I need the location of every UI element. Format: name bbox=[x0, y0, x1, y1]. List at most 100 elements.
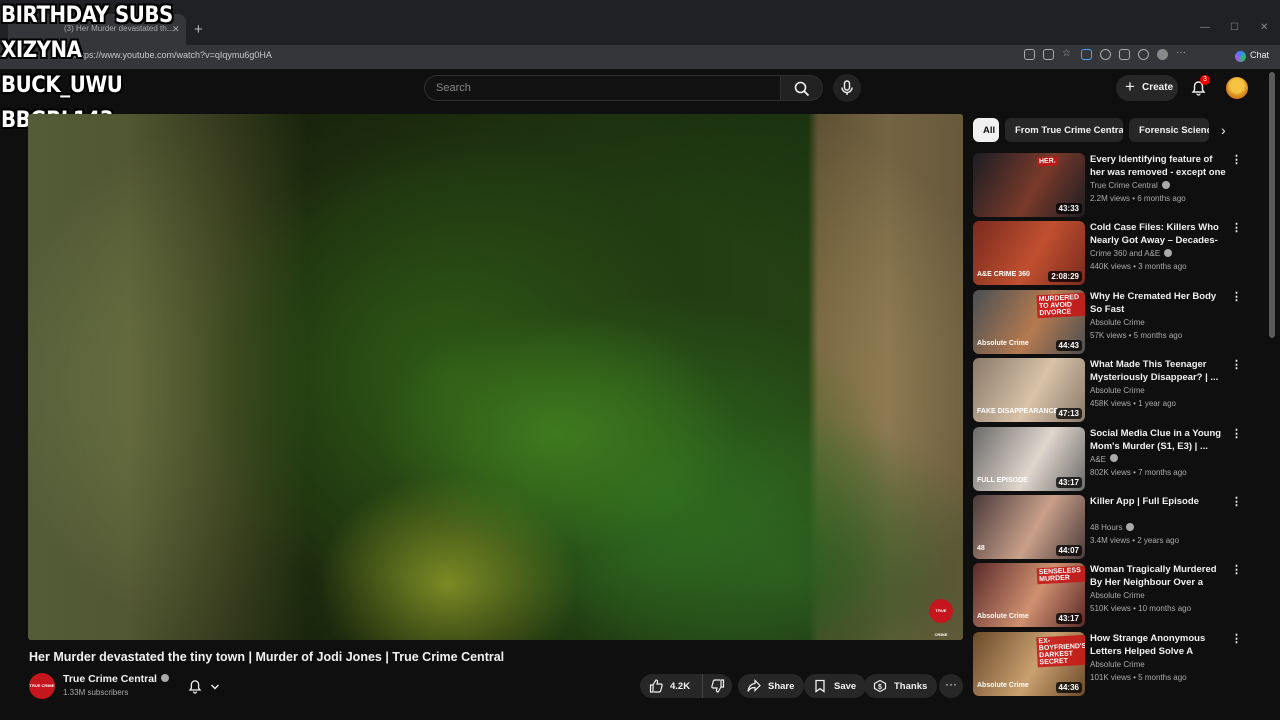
new-tab-icon[interactable]: + bbox=[194, 21, 203, 38]
kebab-menu-icon[interactable]: ⋮ bbox=[1231, 427, 1242, 440]
channel-name[interactable]: True Crime Central bbox=[63, 673, 169, 685]
video-player[interactable]: TRUE CRIME bbox=[28, 114, 963, 640]
recommendation-item[interactable]: SENSELESS MURDER Absolute Crime 43:17 Woman… bbox=[973, 563, 1263, 628]
recommendation-channel-name: Absolute Crime bbox=[1090, 591, 1145, 601]
recommendation-title[interactable]: How Strange Anonymous Letters Helped Sol… bbox=[1090, 632, 1226, 659]
subscription-bell-button[interactable] bbox=[181, 674, 229, 698]
chat-label: Chat bbox=[1250, 50, 1270, 60]
user-avatar[interactable] bbox=[1226, 77, 1248, 99]
recommendation-title[interactable]: Killer App | Full Episode bbox=[1090, 495, 1226, 522]
video-thumbnail[interactable]: A&E CRIME 360 2:08:29 bbox=[973, 221, 1085, 286]
chevron-right-icon[interactable]: › bbox=[1221, 122, 1226, 138]
kebab-menu-icon[interactable]: ⋮ bbox=[1231, 290, 1242, 303]
recommendation-title[interactable]: Cold Case Files: Killers Who Nearly Got … bbox=[1090, 221, 1226, 248]
thumbnail-tag: HER. bbox=[1036, 156, 1058, 167]
channel-avatar[interactable]: TRUE CRIME bbox=[29, 673, 55, 699]
recommendation-title[interactable]: Social Media Clue in a Young Mom's Murde… bbox=[1090, 427, 1226, 454]
bookmark-star-icon[interactable]: ☆ bbox=[1062, 49, 1073, 60]
recommendation-item[interactable]: FULL EPISODE 43:17 Social Media Clue in a … bbox=[973, 426, 1263, 491]
profile-icon[interactable] bbox=[1157, 49, 1168, 60]
verified-icon bbox=[1110, 454, 1119, 463]
recommendation-channel[interactable]: 48 Hours bbox=[1090, 522, 1135, 532]
recommendation-item[interactable]: FAKE DISAPPEARANCE 47:13 What Made This Te… bbox=[973, 358, 1263, 423]
microphone-icon bbox=[841, 80, 853, 95]
puzzle-icon[interactable] bbox=[1119, 49, 1130, 60]
translate-icon[interactable] bbox=[1024, 49, 1035, 60]
video-thumbnail[interactable]: FAKE DISAPPEARANCE 47:13 bbox=[973, 358, 1085, 423]
recommendation-channel-name: Absolute Crime bbox=[1090, 317, 1145, 327]
copilot-icon bbox=[1235, 51, 1246, 62]
recommendation-title[interactable]: Every Identifying feature of her was rem… bbox=[1090, 153, 1226, 180]
kebab-menu-icon[interactable]: ⋮ bbox=[1231, 153, 1242, 166]
youtube-header: Search + Create 3 bbox=[0, 70, 1280, 110]
video-frame bbox=[28, 114, 963, 640]
collections-icon[interactable] bbox=[1138, 49, 1149, 60]
chip-forensic-science[interactable]: Forensic Science bbox=[1129, 118, 1209, 142]
recommendation-title[interactable]: What Made This Teenager Mysteriously Dis… bbox=[1090, 358, 1226, 385]
recommendation-item[interactable]: MURDERED TO AVOID DIVORCE Absolute Crime 4… bbox=[973, 289, 1263, 354]
thanks-button[interactable]: $ Thanks bbox=[864, 674, 938, 698]
chip-from-channel[interactable]: From True Crime Central bbox=[1005, 118, 1123, 142]
kebab-menu-icon[interactable]: ⋮ bbox=[1231, 632, 1242, 645]
video-thumbnail[interactable]: 48 44:07 bbox=[973, 495, 1085, 559]
extension-icon[interactable] bbox=[1081, 49, 1092, 60]
recommendation-channel[interactable]: Absolute Crime bbox=[1090, 660, 1145, 669]
recommendation-meta: 101K views • 5 months ago bbox=[1090, 672, 1187, 682]
chip-all[interactable]: All bbox=[973, 118, 999, 142]
close-window-icon[interactable]: ✕ bbox=[1260, 22, 1268, 33]
recommendation-title[interactable]: Woman Tragically Murdered By Her Neighbo… bbox=[1090, 563, 1226, 590]
search-input[interactable]: Search bbox=[424, 75, 781, 101]
duration-badge: 43:17 bbox=[1055, 476, 1082, 488]
video-thumbnail[interactable]: HER. 43:33 bbox=[973, 153, 1085, 217]
video-thumbnail[interactable]: MURDERED TO AVOID DIVORCE Absolute Crime 4… bbox=[973, 289, 1085, 354]
svg-text:$: $ bbox=[878, 684, 882, 691]
scrollbar[interactable] bbox=[1269, 72, 1275, 338]
url-field[interactable]: https://www.youtube.com/watch?v=qIqymu6g… bbox=[74, 50, 272, 60]
kebab-menu-icon[interactable]: ⋮ bbox=[1231, 221, 1242, 234]
like-count: 4.2K bbox=[670, 681, 691, 692]
search-button[interactable] bbox=[781, 75, 823, 101]
dislike-button[interactable] bbox=[702, 674, 732, 698]
minimize-icon[interactable]: — bbox=[1200, 22, 1210, 33]
duration-badge: 2:08:29 bbox=[1048, 271, 1082, 283]
channel-watermark[interactable]: TRUE CRIME bbox=[929, 599, 953, 637]
verified-icon bbox=[1126, 522, 1135, 531]
thanks-heart-icon: $ bbox=[873, 679, 887, 693]
kebab-menu-icon[interactable]: ⋮ bbox=[1231, 563, 1242, 576]
maximize-icon[interactable]: ☐ bbox=[1230, 22, 1239, 33]
share-button[interactable]: Share bbox=[738, 674, 805, 698]
thumbnail-label: Absolute Crime bbox=[977, 339, 1029, 347]
recommendation-item[interactable]: HER. 43:33 Every Identifying feature of he… bbox=[973, 153, 1263, 217]
tab-close-icon[interactable]: ✕ bbox=[172, 24, 180, 35]
recommendation-channel[interactable]: True Crime Central bbox=[1090, 180, 1170, 190]
more-actions-button[interactable]: ··· bbox=[939, 674, 963, 698]
save-button[interactable]: Save bbox=[804, 674, 867, 698]
recommendation-channel[interactable]: A&E bbox=[1090, 454, 1119, 464]
share-label: Share bbox=[768, 681, 795, 692]
recommendation-channel[interactable]: Absolute Crime bbox=[1090, 591, 1145, 600]
create-label: Create bbox=[1142, 82, 1174, 93]
recommendation-channel[interactable]: Absolute Crime bbox=[1090, 386, 1145, 395]
voice-search-button[interactable] bbox=[833, 74, 861, 102]
video-thumbnail[interactable]: EX-BOYFRIEND'S DARKEST SECRET Absolute Cr… bbox=[973, 631, 1085, 696]
copilot-chat-button[interactable]: Chat bbox=[1230, 48, 1275, 65]
video-thumbnail[interactable]: SENSELESS MURDER Absolute Crime 43:17 bbox=[973, 563, 1085, 628]
recommendation-item[interactable]: 48 44:07 Killer App | Full Episode 48 Hours… bbox=[973, 495, 1263, 559]
kebab-menu-icon[interactable]: ⋮ bbox=[1231, 495, 1242, 508]
more-options-icon[interactable]: ··· bbox=[1176, 48, 1187, 60]
refresh-extension-icon[interactable] bbox=[1100, 49, 1111, 60]
recommendation-channel-name: True Crime Central bbox=[1090, 181, 1158, 190]
verified-icon bbox=[1161, 180, 1170, 189]
recommendation-item[interactable]: EX-BOYFRIEND'S DARKEST SECRET Absolute Cr… bbox=[973, 631, 1263, 696]
app-icon[interactable] bbox=[1043, 49, 1054, 60]
recommendation-meta: 458K views • 1 year ago bbox=[1090, 399, 1176, 409]
like-button[interactable]: 4.2K bbox=[640, 674, 702, 698]
recommendation-title[interactable]: Why He Cremated Her Body So Fast bbox=[1090, 290, 1226, 317]
recommendation-channel[interactable]: Absolute Crime bbox=[1090, 318, 1145, 327]
kebab-menu-icon[interactable]: ⋮ bbox=[1231, 358, 1242, 371]
recommendation-item[interactable]: A&E CRIME 360 2:08:29 Cold Case Files: Kil… bbox=[973, 221, 1263, 286]
video-thumbnail[interactable]: FULL EPISODE 43:17 bbox=[973, 426, 1085, 491]
recommendation-channel[interactable]: Crime 360 and A&E bbox=[1090, 249, 1173, 258]
create-button[interactable]: + Create bbox=[1116, 75, 1178, 101]
thumbnail-tag: SENSELESS MURDER bbox=[1036, 566, 1085, 585]
